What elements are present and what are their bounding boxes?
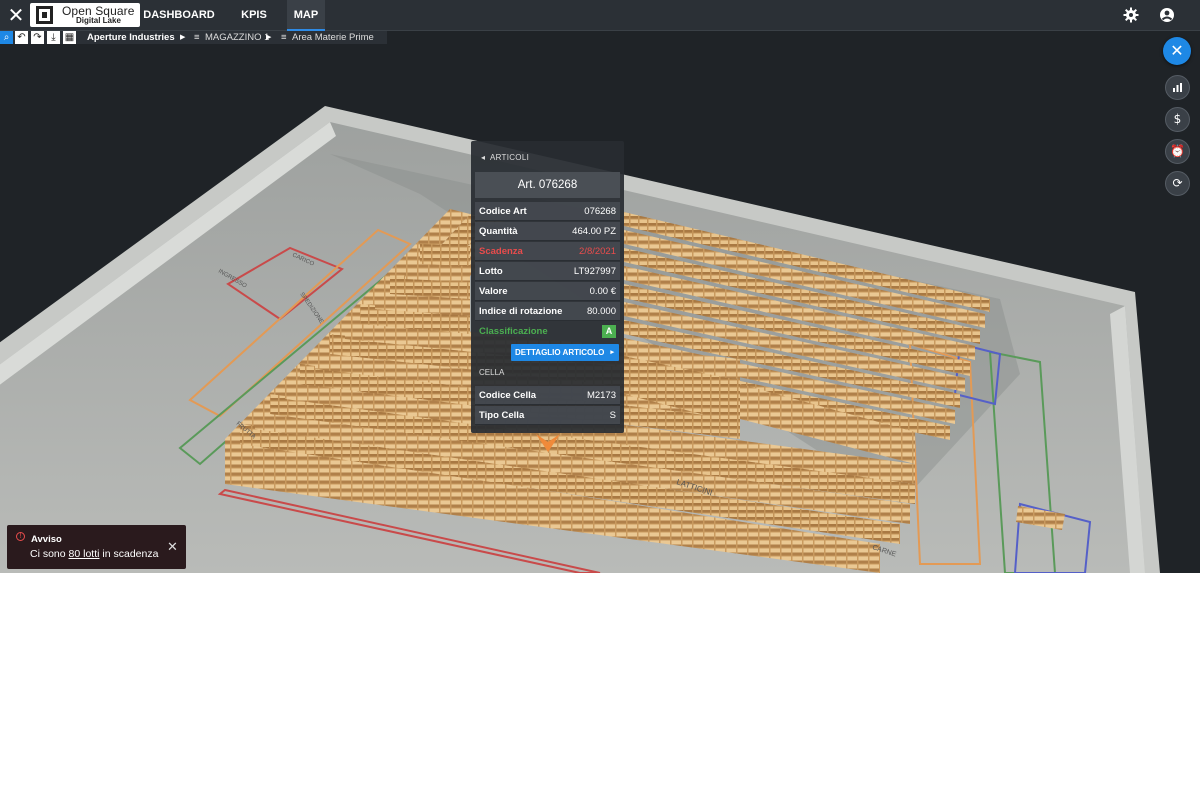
gear-icon[interactable]: [1123, 7, 1139, 23]
row-key: Lotto: [479, 266, 503, 277]
detail-row-valore: Valore 0.00 €: [475, 282, 620, 301]
row-key: Codice Art: [479, 206, 527, 217]
user-account-icon[interactable]: [1159, 7, 1175, 23]
bar-chart-icon: [1173, 83, 1182, 92]
detail-row-indice-rotazione: Indice di rotazione 80.000: [475, 302, 620, 321]
search-icon[interactable]: ⌕: [0, 31, 13, 44]
close-icon: ✕: [1170, 41, 1184, 60]
tab-map[interactable]: MAP: [287, 0, 325, 31]
breadcrumb-item-warehouse[interactable]: MAGAZZINO 1: [205, 31, 269, 44]
back-to-articles-link[interactable]: ◂ ARTICOLI: [481, 153, 529, 162]
chevron-left-icon: ◂: [481, 153, 486, 162]
undo-icon[interactable]: ↶: [15, 31, 28, 44]
expiring-lots-link[interactable]: 80 lotti: [69, 548, 100, 560]
top-navigation-bar: ✕ Open Square Digital Lake DASHBOARD KPI…: [0, 0, 1200, 31]
logo-subtitle: Digital Lake: [76, 16, 121, 25]
row-value: S: [609, 410, 616, 421]
toast-title: Avviso: [31, 534, 62, 545]
row-key: Tipo Cella: [479, 410, 525, 421]
warning-icon: !: [16, 532, 25, 541]
detail-row-lotto: Lotto LT927997: [475, 262, 620, 281]
expiry-button[interactable]: ⏰: [1165, 139, 1190, 164]
value-button[interactable]: $: [1165, 107, 1190, 132]
article-detail-panel: ◂ ARTICOLI Art. 076268 Codice Art 076268…: [471, 141, 624, 433]
row-value: LT927997: [573, 266, 616, 277]
cella-row-codice: Codice Cella M2173: [475, 386, 620, 405]
row-value: 076268: [584, 206, 616, 217]
row-value: 0.00 €: [589, 286, 616, 297]
dollar-icon: $: [1173, 112, 1182, 126]
download-icon[interactable]: ⤓: [47, 31, 60, 44]
dettaglio-articolo-button[interactable]: DETTAGLIO ARTICOLO ▸: [511, 344, 619, 361]
rotation-button[interactable]: ⟳: [1165, 171, 1190, 196]
redo-icon[interactable]: ↷: [31, 31, 44, 44]
cella-section-header: CELLA: [479, 368, 505, 377]
cella-row-tipo: Tipo Cella S: [475, 406, 620, 425]
toast-text: Ci sono: [30, 548, 69, 560]
detail-row-quantita: Quantità 464.00 PZ: [475, 222, 620, 241]
breadcrumb-item-company[interactable]: Aperture Industries: [87, 31, 175, 44]
alarm-clock-icon: ⏰: [1170, 144, 1185, 158]
bar-chart-button[interactable]: [1165, 75, 1190, 100]
refresh-icon: ⟳: [1172, 176, 1183, 190]
chevron-right-icon: ▶: [266, 34, 272, 41]
row-key: Quantità: [479, 226, 518, 237]
tab-dashboard[interactable]: DASHBOARD: [142, 0, 216, 31]
row-key: Codice Cella: [479, 390, 537, 401]
detail-row-codice-art: Codice Art 076268: [475, 202, 620, 221]
row-value: 2/8/2021: [579, 246, 616, 257]
row-key: Scadenza: [479, 246, 523, 257]
row-value: 464.00 PZ: [572, 226, 616, 237]
article-title: Art. 076268: [475, 172, 620, 198]
row-key: Indice di rotazione: [479, 306, 563, 317]
detail-row-scadenza: Scadenza 2/8/2021: [475, 242, 620, 261]
logo-icon: [36, 6, 53, 24]
breadcrumb: ⌕ ↶ ↷ ⤓ ▦ Aperture Industries ▶ ≡ MAGAZZ…: [0, 31, 387, 44]
app-logo[interactable]: Open Square Digital Lake: [30, 3, 140, 27]
toast-text: in scadenza: [99, 548, 159, 560]
app-window: INGRESSO CARICO SPEDIZIONE LATTICINI CAR…: [0, 0, 1200, 573]
chevron-right-icon: ▶: [180, 34, 186, 41]
expiry-warning-toast: ! Avviso Ci sono 80 lotti in scadenza ✕: [7, 525, 186, 569]
tab-kpis[interactable]: KPIS: [234, 0, 274, 31]
breadcrumb-item-area[interactable]: Area Materie Prime: [292, 31, 374, 44]
menu-icon: ≡: [281, 32, 287, 43]
row-value: M2173: [586, 390, 616, 401]
grid-icon[interactable]: ▦: [63, 31, 76, 44]
close-icon[interactable]: ✕: [6, 5, 26, 25]
toast-message: Ci sono 80 lotti in scadenza: [30, 548, 158, 560]
classification-badge: A: [602, 325, 616, 338]
row-value: 80.000: [586, 306, 616, 317]
menu-icon: ≡: [194, 32, 200, 43]
close-icon[interactable]: ✕: [167, 540, 178, 555]
close-panel-button[interactable]: ✕: [1163, 37, 1191, 65]
row-key: Valore: [479, 286, 508, 297]
button-label: DETTAGLIO ARTICOLO: [515, 348, 605, 357]
back-label: ARTICOLI: [489, 153, 530, 162]
detail-row-classificazione: Classificazione A: [475, 322, 620, 341]
row-key: Classificazione: [479, 326, 548, 337]
chevron-right-icon: ▸: [610, 349, 614, 356]
